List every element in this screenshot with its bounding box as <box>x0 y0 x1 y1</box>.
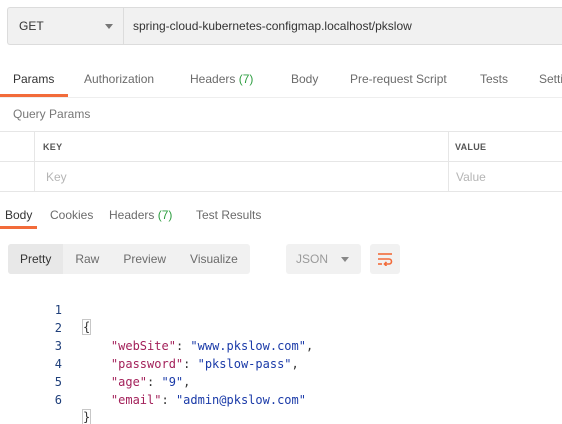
view-mode-group: Pretty Raw Preview Visualize <box>8 244 250 274</box>
tab-cookies[interactable]: Cookies <box>50 203 93 229</box>
close-brace: } <box>82 409 92 424</box>
divider <box>0 97 562 98</box>
tab-label: Headers <box>190 72 236 86</box>
table-row: Key Value <box>0 162 562 192</box>
json-key: "email" <box>110 393 162 407</box>
key-input[interactable]: Key <box>46 162 67 192</box>
format-label: JSON <box>296 252 329 266</box>
code-line: 3 "password": "pkslow-pass", <box>0 319 562 371</box>
tab-params[interactable]: Params <box>13 63 54 97</box>
tab-label: Cookies <box>50 208 94 222</box>
tab-label: Test Results <box>196 208 262 222</box>
tab-label: Authorization <box>84 72 155 86</box>
code-line: 6 } <box>0 373 562 424</box>
response-toolbar: Pretty Raw Preview Visualize JSON <box>8 244 400 274</box>
line-content: } <box>82 409 92 424</box>
tab-label: Body <box>291 72 319 86</box>
method-select[interactable]: GET <box>7 7 123 45</box>
query-params-title: Query Params <box>13 107 91 121</box>
wrap-lines-button[interactable] <box>370 244 400 274</box>
line-content: "email": "admin@pkslow.com" <box>110 393 306 407</box>
tab-label: Setti <box>539 72 562 86</box>
value-column-header: VALUE <box>448 132 562 162</box>
tab-headers[interactable]: Headers (7) <box>190 63 253 97</box>
active-tab-indicator <box>0 226 37 229</box>
chevron-down-icon <box>341 256 349 262</box>
tab-count-badge: (7) <box>157 208 173 222</box>
response-tabs: Body Cookies Headers (7) Test Results <box>0 203 562 229</box>
tab-test-results[interactable]: Test Results <box>196 203 261 229</box>
method-label: GET <box>19 19 44 33</box>
code-line: 5 "email": "admin@pkslow.com" <box>0 355 562 407</box>
tab-tests[interactable]: Tests <box>480 63 508 97</box>
request-bar: GET spring-cloud-kubernetes-configmap.lo… <box>7 7 562 45</box>
response-body-code[interactable]: 1 { 2 "webSite": "www.pkslow.com", 3 "pa… <box>0 283 562 424</box>
tab-pre-request-script[interactable]: Pre-request Script <box>350 63 447 97</box>
tab-count-badge: (7) <box>238 72 254 86</box>
tab-settings[interactable]: Setti <box>539 63 562 97</box>
wrap-lines-icon <box>378 253 393 266</box>
tab-label: Pre-request Script <box>350 72 447 86</box>
tab-authorization[interactable]: Authorization <box>84 63 154 97</box>
tab-body[interactable]: Body <box>291 63 318 97</box>
raw-button[interactable]: Raw <box>63 244 111 274</box>
format-select[interactable]: JSON <box>286 244 361 274</box>
key-column-header: KEY <box>43 142 63 152</box>
tab-label: Body <box>5 208 33 222</box>
row-checkbox-cell <box>0 162 35 192</box>
checkbox-column <box>0 132 35 162</box>
preview-button[interactable]: Preview <box>111 244 178 274</box>
tab-label: Headers <box>109 208 155 222</box>
tab-response-headers[interactable]: Headers (7) <box>109 203 172 229</box>
line-number: 6 <box>54 393 62 407</box>
tab-label: Params <box>13 72 55 86</box>
value-input[interactable]: Value <box>448 162 562 192</box>
code-line: 2 "webSite": "www.pkslow.com", <box>0 301 562 353</box>
json-value: "admin@pkslow.com" <box>175 393 306 407</box>
code-line: 1 { <box>0 283 562 335</box>
tab-label: Tests <box>480 72 509 86</box>
code-line: 4 "age": "9", <box>0 337 562 389</box>
chevron-down-icon <box>105 23 113 29</box>
visualize-button[interactable]: Visualize <box>178 244 250 274</box>
request-tabs: Params Authorization Headers (7) Body Pr… <box>0 63 562 97</box>
url-input[interactable]: spring-cloud-kubernetes-configmap.localh… <box>123 7 562 45</box>
query-params-table: KEY VALUE Key Value <box>0 131 562 192</box>
url-text: spring-cloud-kubernetes-configmap.localh… <box>133 19 412 33</box>
pretty-button[interactable]: Pretty <box>8 244 64 274</box>
table-header-row: KEY VALUE <box>0 132 562 162</box>
